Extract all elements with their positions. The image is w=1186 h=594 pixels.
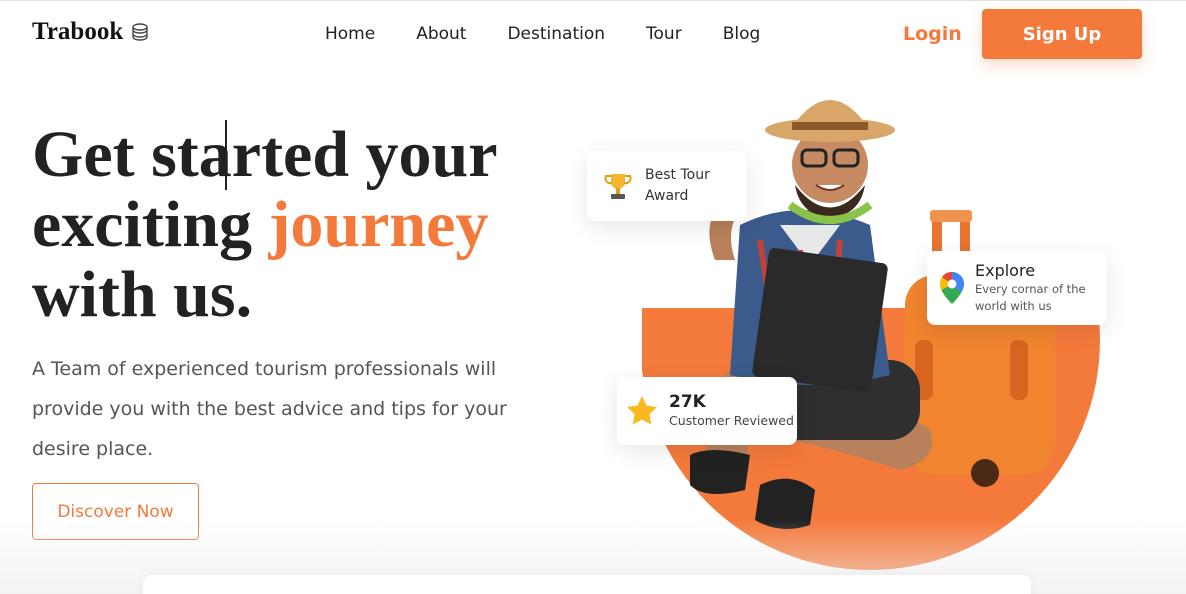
trophy-icon (604, 174, 632, 199)
nav-blog[interactable]: Blog (723, 24, 761, 44)
login-link[interactable]: Login (903, 23, 962, 45)
best-tour-award-card: Best Tour Award (587, 151, 747, 221)
star-icon (627, 396, 657, 425)
stacked-coins-icon (132, 23, 148, 41)
brand-name: Trabook (32, 18, 124, 45)
signup-button[interactable]: Sign Up (982, 9, 1142, 59)
award-label: Best Tour Award (645, 167, 710, 204)
main-nav: Home About Destination Tour Blog (325, 24, 760, 44)
customer-reviews-card: 27K Customer Reviewed (617, 377, 797, 445)
explore-subtitle: Every cornar of the world with us (975, 282, 1086, 313)
explore-title: Explore (975, 261, 1036, 280)
review-label: Customer Reviewed (669, 413, 794, 428)
hero-subtitle: A Team of experienced tourism profession… (32, 358, 507, 460)
search-panel (143, 575, 1031, 594)
headline-accent: journey (268, 188, 489, 261)
text-caret (225, 120, 227, 190)
hero-headline: Get started your exciting journey with u… (32, 120, 552, 330)
top-border (0, 0, 1186, 1)
nav-tour[interactable]: Tour (646, 24, 682, 44)
explore-card: Explore Every cornar of the world with u… (927, 251, 1107, 325)
nav-home[interactable]: Home (325, 24, 375, 44)
review-count: 27K (669, 392, 706, 412)
nav-destination[interactable]: Destination (507, 24, 605, 44)
nav-about[interactable]: About (416, 24, 466, 44)
map-pin-icon (939, 271, 964, 304)
brand-logo[interactable]: Trabook (32, 18, 150, 46)
headline-text-end: with us. (32, 258, 253, 331)
